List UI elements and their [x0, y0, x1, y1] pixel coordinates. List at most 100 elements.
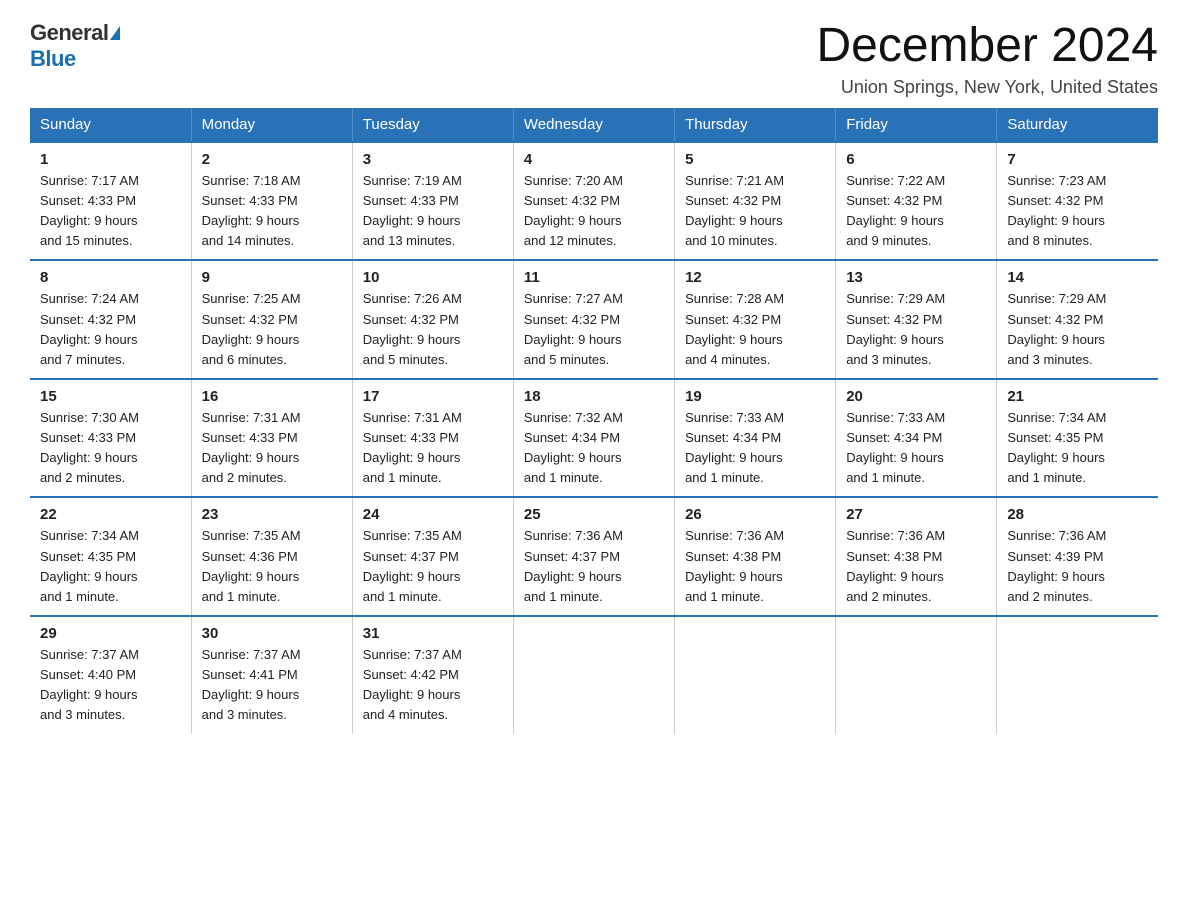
- day-info: Sunrise: 7:17 AMSunset: 4:33 PMDaylight:…: [40, 171, 181, 252]
- calendar-table: SundayMondayTuesdayWednesdayThursdayFrid…: [30, 108, 1158, 734]
- calendar-cell: 4Sunrise: 7:20 AMSunset: 4:32 PMDaylight…: [513, 142, 674, 261]
- calendar-cell: [513, 616, 674, 734]
- title-area: December 2024 Union Springs, New York, U…: [816, 20, 1158, 98]
- day-info: Sunrise: 7:24 AMSunset: 4:32 PMDaylight:…: [40, 289, 181, 370]
- weekday-header-tuesday: Tuesday: [352, 108, 513, 142]
- day-info: Sunrise: 7:32 AMSunset: 4:34 PMDaylight:…: [524, 408, 664, 489]
- day-info: Sunrise: 7:23 AMSunset: 4:32 PMDaylight:…: [1007, 171, 1148, 252]
- logo-triangle-icon: [110, 26, 120, 40]
- day-info: Sunrise: 7:37 AMSunset: 4:41 PMDaylight:…: [202, 645, 342, 726]
- calendar-cell: 13 Sunrise: 7:29 AMSunset: 4:32 PMDayligh…: [836, 260, 997, 379]
- calendar-cell: 10 Sunrise: 7:26 AMSunset: 4:32 PMDayligh…: [352, 260, 513, 379]
- day-number: 14: [1007, 269, 1148, 286]
- calendar-cell: 29 Sunrise: 7:37 AMSunset: 4:40 PMDayligh…: [30, 616, 191, 734]
- day-number: 12: [685, 269, 825, 286]
- logo: General Blue: [30, 20, 120, 72]
- day-number: 15: [40, 388, 181, 405]
- day-info: Sunrise: 7:27 AMSunset: 4:32 PMDaylight:…: [524, 289, 664, 370]
- day-number: 20: [846, 388, 986, 405]
- day-info: Sunrise: 7:36 AMSunset: 4:37 PMDaylight:…: [524, 526, 664, 607]
- day-number: 29: [40, 625, 181, 642]
- day-number: 19: [685, 388, 825, 405]
- calendar-cell: 6Sunrise: 7:22 AMSunset: 4:32 PMDaylight…: [836, 142, 997, 261]
- day-info: Sunrise: 7:33 AMSunset: 4:34 PMDaylight:…: [846, 408, 986, 489]
- day-info: Sunrise: 7:33 AMSunset: 4:34 PMDaylight:…: [685, 408, 825, 489]
- day-number: 23: [202, 506, 342, 523]
- weekday-header-thursday: Thursday: [675, 108, 836, 142]
- calendar-cell: 28Sunrise: 7:36 AMSunset: 4:39 PMDayligh…: [997, 497, 1158, 616]
- calendar-cell: [836, 616, 997, 734]
- calendar-cell: 16 Sunrise: 7:31 AMSunset: 4:33 PMDayligh…: [191, 379, 352, 498]
- day-number: 30: [202, 625, 342, 642]
- logo-blue-text: Blue: [30, 46, 76, 72]
- logo-general-text: General: [30, 20, 108, 46]
- weekday-header-monday: Monday: [191, 108, 352, 142]
- calendar-cell: 27Sunrise: 7:36 AMSunset: 4:38 PMDayligh…: [836, 497, 997, 616]
- calendar-week-2: 8 Sunrise: 7:24 AMSunset: 4:32 PMDaylight…: [30, 260, 1158, 379]
- calendar-cell: 2 Sunrise: 7:18 AMSunset: 4:33 PMDaylight…: [191, 142, 352, 261]
- calendar-cell: 15 Sunrise: 7:30 AMSunset: 4:33 PMDayligh…: [30, 379, 191, 498]
- calendar-cell: 22 Sunrise: 7:34 AMSunset: 4:35 PMDayligh…: [30, 497, 191, 616]
- day-info: Sunrise: 7:36 AMSunset: 4:39 PMDaylight:…: [1007, 526, 1148, 607]
- day-number: 17: [363, 388, 503, 405]
- day-info: Sunrise: 7:30 AMSunset: 4:33 PMDaylight:…: [40, 408, 181, 489]
- day-info: Sunrise: 7:29 AMSunset: 4:32 PMDaylight:…: [846, 289, 986, 370]
- calendar-cell: [675, 616, 836, 734]
- day-number: 10: [363, 269, 503, 286]
- day-number: 18: [524, 388, 664, 405]
- month-title: December 2024: [816, 20, 1158, 73]
- calendar-cell: 18 Sunrise: 7:32 AMSunset: 4:34 PMDayligh…: [513, 379, 674, 498]
- calendar-cell: 7Sunrise: 7:23 AMSunset: 4:32 PMDaylight…: [997, 142, 1158, 261]
- day-number: 16: [202, 388, 342, 405]
- day-number: 27: [846, 506, 986, 523]
- calendar-cell: 30 Sunrise: 7:37 AMSunset: 4:41 PMDayligh…: [191, 616, 352, 734]
- day-info: Sunrise: 7:31 AMSunset: 4:33 PMDaylight:…: [363, 408, 503, 489]
- day-number: 2: [202, 151, 342, 168]
- calendar-cell: 12 Sunrise: 7:28 AMSunset: 4:32 PMDayligh…: [675, 260, 836, 379]
- day-number: 6: [846, 151, 986, 168]
- day-info: Sunrise: 7:29 AMSunset: 4:32 PMDaylight:…: [1007, 289, 1148, 370]
- weekday-header-friday: Friday: [836, 108, 997, 142]
- calendar-cell: [997, 616, 1158, 734]
- day-number: 13: [846, 269, 986, 286]
- calendar-cell: 11 Sunrise: 7:27 AMSunset: 4:32 PMDayligh…: [513, 260, 674, 379]
- day-number: 11: [524, 269, 664, 286]
- calendar-cell: 17 Sunrise: 7:31 AMSunset: 4:33 PMDayligh…: [352, 379, 513, 498]
- day-info: Sunrise: 7:34 AMSunset: 4:35 PMDaylight:…: [40, 526, 181, 607]
- day-number: 22: [40, 506, 181, 523]
- day-info: Sunrise: 7:35 AMSunset: 4:37 PMDaylight:…: [363, 526, 503, 607]
- calendar-cell: 3Sunrise: 7:19 AMSunset: 4:33 PMDaylight…: [352, 142, 513, 261]
- day-number: 9: [202, 269, 342, 286]
- day-number: 26: [685, 506, 825, 523]
- day-info: Sunrise: 7:31 AMSunset: 4:33 PMDaylight:…: [202, 408, 342, 489]
- day-info: Sunrise: 7:26 AMSunset: 4:32 PMDaylight:…: [363, 289, 503, 370]
- calendar-cell: 5 Sunrise: 7:21 AMSunset: 4:32 PMDaylight…: [675, 142, 836, 261]
- weekday-header-row: SundayMondayTuesdayWednesdayThursdayFrid…: [30, 108, 1158, 142]
- calendar-cell: 14 Sunrise: 7:29 AMSunset: 4:32 PMDayligh…: [997, 260, 1158, 379]
- calendar-cell: 9 Sunrise: 7:25 AMSunset: 4:32 PMDaylight…: [191, 260, 352, 379]
- day-info: Sunrise: 7:25 AMSunset: 4:32 PMDaylight:…: [202, 289, 342, 370]
- calendar-cell: 23 Sunrise: 7:35 AMSunset: 4:36 PMDayligh…: [191, 497, 352, 616]
- day-info: Sunrise: 7:37 AMSunset: 4:40 PMDaylight:…: [40, 645, 181, 726]
- calendar-cell: 20 Sunrise: 7:33 AMSunset: 4:34 PMDayligh…: [836, 379, 997, 498]
- day-info: Sunrise: 7:18 AMSunset: 4:33 PMDaylight:…: [202, 171, 342, 252]
- day-info: Sunrise: 7:21 AMSunset: 4:32 PMDaylight:…: [685, 171, 825, 252]
- day-number: 3: [363, 151, 503, 168]
- day-number: 8: [40, 269, 181, 286]
- calendar-cell: 8 Sunrise: 7:24 AMSunset: 4:32 PMDaylight…: [30, 260, 191, 379]
- day-info: Sunrise: 7:28 AMSunset: 4:32 PMDaylight:…: [685, 289, 825, 370]
- weekday-header-sunday: Sunday: [30, 108, 191, 142]
- calendar-week-3: 15 Sunrise: 7:30 AMSunset: 4:33 PMDayligh…: [30, 379, 1158, 498]
- day-number: 24: [363, 506, 503, 523]
- weekday-header-saturday: Saturday: [997, 108, 1158, 142]
- calendar-cell: 25Sunrise: 7:36 AMSunset: 4:37 PMDayligh…: [513, 497, 674, 616]
- day-number: 5: [685, 151, 825, 168]
- calendar-cell: 19 Sunrise: 7:33 AMSunset: 4:34 PMDayligh…: [675, 379, 836, 498]
- day-number: 21: [1007, 388, 1148, 405]
- calendar-cell: 31Sunrise: 7:37 AMSunset: 4:42 PMDayligh…: [352, 616, 513, 734]
- day-number: 4: [524, 151, 664, 168]
- calendar-cell: 26 Sunrise: 7:36 AMSunset: 4:38 PMDayligh…: [675, 497, 836, 616]
- day-info: Sunrise: 7:36 AMSunset: 4:38 PMDaylight:…: [685, 526, 825, 607]
- calendar-week-4: 22 Sunrise: 7:34 AMSunset: 4:35 PMDayligh…: [30, 497, 1158, 616]
- day-info: Sunrise: 7:35 AMSunset: 4:36 PMDaylight:…: [202, 526, 342, 607]
